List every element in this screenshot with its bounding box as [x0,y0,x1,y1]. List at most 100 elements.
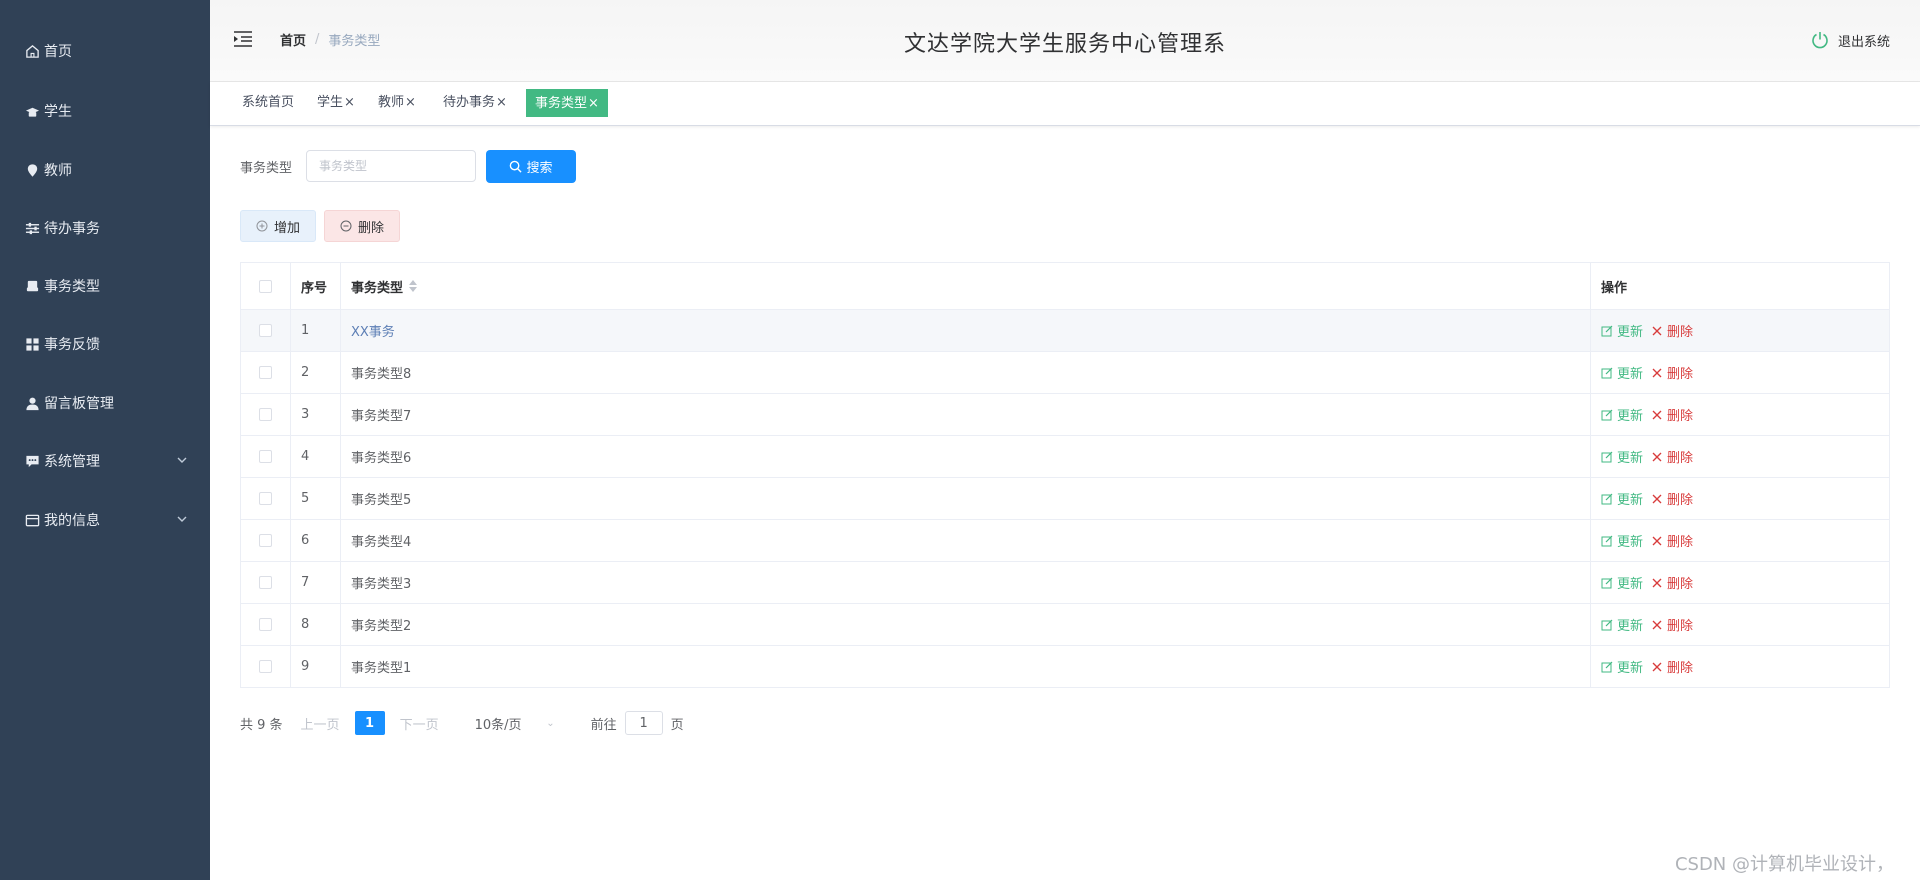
row-checkbox[interactable] [259,450,272,463]
add-button[interactable]: 增加 [240,210,316,242]
delete-button[interactable]: 删除 [1651,657,1693,676]
window-icon [24,512,40,528]
delete-label: 删除 [1667,367,1694,382]
sidebar-item-label: 待办事务 [44,221,100,237]
edit-button[interactable]: 更新 [1601,657,1643,676]
batch-delete-button[interactable]: 删除 [324,210,400,242]
page-size-value: 10条/页 [474,717,522,733]
student-icon [24,103,40,119]
close-icon [1652,494,1662,503]
edit-button[interactable]: 更新 [1601,321,1643,340]
next-page-button[interactable]: 下一页 [400,714,439,733]
sidebar-item-affair-type[interactable]: 事务类型 [0,266,210,306]
table-body: 1 XX事务 更新 删除 2 事务类型8 更新 删除 3 事务类型7 更新 删除 4 事务类型6 更新 删除 5… [241,310,1889,688]
sidebar-item-label: 系统管理 [44,454,100,470]
edit-button[interactable]: 更新 [1601,447,1643,466]
close-icon [1652,578,1662,587]
sidebar-item-teacher[interactable]: 教师 [0,150,210,190]
sidebar-item-myinfo[interactable]: 我的信息 [0,500,210,540]
edit-label: 更新 [1617,409,1644,424]
row-checkbox[interactable] [259,660,272,673]
search-button[interactable]: 搜索 [486,150,576,183]
tab-system-home[interactable]: 系统首页 [234,89,302,117]
delete-label: 删除 [1667,451,1694,466]
page-title: 文达学院大学生服务中心管理系 [903,32,1226,57]
tab-label: 事务类型 [535,96,588,111]
edit-icon [1601,409,1613,420]
row-checkbox[interactable] [259,534,272,547]
edit-button[interactable]: 更新 [1601,405,1643,424]
logout-button[interactable]: 退出系统 [1810,30,1890,50]
close-icon[interactable]: × [588,96,599,111]
sort-caret-icon[interactable] [409,280,418,292]
delete-button[interactable]: 删除 [1651,489,1693,508]
sidebar-item-messageboard[interactable]: 留言板管理 [0,383,210,423]
row-checkbox[interactable] [259,366,272,379]
chevron-down-icon: ⌄ [546,717,555,729]
delete-button[interactable]: 删除 [1651,405,1693,424]
sidebar-item-feedback[interactable]: 事务反馈 [0,324,210,364]
sidebar-item-label: 教师 [44,163,72,179]
search-label: 事务类型 [240,161,293,176]
table-row: 7 事务类型3 更新 删除 [241,562,1889,604]
header-type[interactable]: 事务类型 [341,263,1591,309]
edit-label: 更新 [1617,325,1644,340]
edit-label: 更新 [1617,661,1644,676]
edit-button[interactable]: 更新 [1601,363,1643,382]
delete-label: 删除 [1667,577,1694,592]
table-row: 3 事务类型7 更新 删除 [241,394,1889,436]
row-checkbox[interactable] [259,324,272,337]
row-index: 2 [291,352,341,393]
search-input[interactable] [306,150,476,182]
sidebar-item-student[interactable]: 学生 [0,91,210,131]
select-all-checkbox[interactable] [259,279,272,293]
edit-icon [1601,577,1613,588]
delete-button[interactable]: 删除 [1651,321,1693,340]
edit-icon [1601,325,1613,336]
plus-circle-icon [256,220,268,232]
header-type-label: 事务类型 [351,280,404,296]
delete-button[interactable]: 删除 [1651,531,1693,550]
tags-view: 系统首页 学生× 教师× 待办事务× 事务类型× [210,82,1920,126]
tab-teacher[interactable]: 教师× [370,89,424,117]
close-icon[interactable]: × [496,95,507,110]
tab-affair-type[interactable]: 事务类型× [526,89,608,117]
row-type: 事务类型8 [341,352,1591,393]
row-type: 事务类型7 [341,394,1591,435]
edit-button[interactable]: 更新 [1601,531,1643,550]
row-index: 8 [291,604,341,645]
tab-label: 学生 [317,95,344,110]
delete-button[interactable]: 删除 [1651,615,1693,634]
prev-page-button[interactable]: 上一页 [301,714,340,733]
pagination: 共 9 条 上一页 1 下一页 10条/页 ⌄ 前往 页 [240,710,684,736]
row-checkbox[interactable] [259,408,272,421]
row-index: 9 [291,646,341,687]
delete-button[interactable]: 删除 [1651,573,1693,592]
tab-todo[interactable]: 待办事务× [435,89,515,117]
sidebar-item-todo[interactable]: 待办事务 [0,208,210,248]
delete-button[interactable]: 删除 [1651,363,1693,382]
close-icon[interactable]: × [344,95,355,110]
row-checkbox[interactable] [259,576,272,589]
row-checkbox[interactable] [259,492,272,505]
edit-label: 更新 [1617,493,1644,508]
row-select-cell [241,478,291,519]
edit-button[interactable]: 更新 [1601,489,1643,508]
goto-page-input[interactable] [624,711,663,735]
user-icon [24,395,40,411]
edit-icon [1601,535,1613,546]
tab-student[interactable]: 学生× [309,89,363,117]
page-number-1[interactable]: 1 [354,711,385,735]
page-size-select[interactable]: 10条/页 ⌄ [475,714,555,733]
edit-button[interactable]: 更新 [1601,615,1643,634]
sidebar: 首页 学生 教师 待办事务 事务类型 事务反馈 留言板管理 系统管理 我的信息 [0,0,210,880]
delete-button[interactable]: 删除 [1651,447,1693,466]
sidebar-item-home[interactable]: 首页 [0,31,210,71]
edit-button[interactable]: 更新 [1601,573,1643,592]
row-index: 1 [291,310,341,351]
sidebar-item-system[interactable]: 系统管理 [0,441,210,481]
sidebar-item-label: 学生 [44,104,72,120]
row-checkbox[interactable] [259,618,272,631]
sliders-icon [24,220,40,236]
close-icon[interactable]: × [405,95,416,110]
